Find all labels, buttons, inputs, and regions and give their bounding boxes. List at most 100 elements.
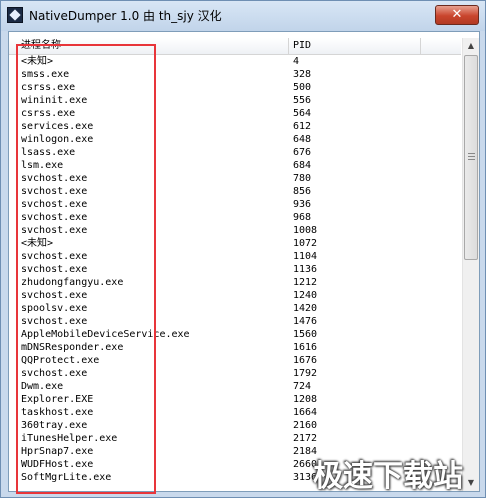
pid-cell: 1560 xyxy=(293,329,318,340)
process-name-cell: 360tray.exe xyxy=(21,420,88,431)
pid-cell: 1240 xyxy=(293,290,318,301)
table-row[interactable]: Dwm.exe 724 xyxy=(9,380,461,393)
table-row[interactable]: iTunesHelper.exe 2172 xyxy=(9,432,461,445)
pid-cell: 2172 xyxy=(293,433,318,444)
process-list-view[interactable]: 进程名称 PID <未知> 4 smss.exe 328 csrss.exe 500 win… xyxy=(8,31,480,492)
pid-cell: 1664 xyxy=(293,407,318,418)
app-icon xyxy=(7,7,23,23)
window-title: NativeDumper 1.0 由 th_sjy 汉化 xyxy=(29,9,222,23)
table-row[interactable]: svchost.exe 936 xyxy=(9,198,461,211)
pid-cell: 1676 xyxy=(293,355,318,366)
table-row[interactable]: svchost.exe 1240 xyxy=(9,289,461,302)
table-row[interactable]: svchost.exe 1792 xyxy=(9,367,461,380)
table-row[interactable]: lsm.exe 684 xyxy=(9,159,461,172)
process-name-cell: svchost.exe xyxy=(21,199,88,210)
pid-cell: 328 xyxy=(293,69,312,80)
scroll-up-icon[interactable]: ▲ xyxy=(463,38,479,54)
pid-cell: 1476 xyxy=(293,316,318,327)
process-name-cell: csrss.exe xyxy=(21,82,76,93)
table-row[interactable]: Explorer.EXE 1208 xyxy=(9,393,461,406)
process-name-cell: Dwm.exe xyxy=(21,381,64,392)
scroll-thumb[interactable] xyxy=(464,55,478,260)
table-row[interactable]: svchost.exe 968 xyxy=(9,211,461,224)
table-row[interactable]: svchost.exe 1476 xyxy=(9,315,461,328)
pid-cell: 556 xyxy=(293,95,312,106)
app-window: NativeDumper 1.0 由 th_sjy 汉化 ✕ 进程名称 PID … xyxy=(0,0,486,498)
process-name-cell: SoftMgrLite.exe xyxy=(21,472,112,483)
pid-cell: 1072 xyxy=(293,238,318,249)
table-row[interactable]: csrss.exe 564 xyxy=(9,107,461,120)
table-row[interactable]: <未知> 4 xyxy=(9,55,461,68)
title-bar[interactable]: NativeDumper 1.0 由 th_sjy 汉化 ✕ xyxy=(1,1,485,31)
process-name-cell: zhudongfangyu.exe xyxy=(21,277,124,288)
pid-cell: 612 xyxy=(293,121,312,132)
process-name-cell: svchost.exe xyxy=(21,264,88,275)
table-row[interactable]: wininit.exe 556 xyxy=(9,94,461,107)
table-row[interactable]: csrss.exe 500 xyxy=(9,81,461,94)
vertical-scrollbar[interactable]: ▲ ▼ xyxy=(462,38,479,491)
pid-cell: 1136 xyxy=(293,264,318,275)
table-row[interactable]: lsass.exe 676 xyxy=(9,146,461,159)
table-row[interactable]: <未知> 1072 xyxy=(9,237,461,250)
column-header-pid[interactable]: PID xyxy=(289,38,421,54)
watermark-text: 极速下载站 xyxy=(313,459,463,494)
process-name-cell: winlogon.exe xyxy=(21,134,94,145)
pid-cell: 564 xyxy=(293,108,312,119)
process-rows: <未知> 4 smss.exe 328 csrss.exe 500 wininit.exe 5… xyxy=(9,55,461,484)
process-name-cell: svchost.exe xyxy=(21,173,88,184)
table-row[interactable]: taskhost.exe 1664 xyxy=(9,406,461,419)
table-row[interactable]: svchost.exe 780 xyxy=(9,172,461,185)
process-name-cell: smss.exe xyxy=(21,69,70,80)
pid-cell: 4 xyxy=(293,56,300,67)
table-row[interactable]: services.exe 612 xyxy=(9,120,461,133)
column-header-filler xyxy=(421,38,461,54)
table-row[interactable]: spoolsv.exe 1420 xyxy=(9,302,461,315)
table-row[interactable]: AppleMobileDeviceService.exe 1560 xyxy=(9,328,461,341)
scroll-grip-icon xyxy=(468,153,475,160)
list-header: 进程名称 PID xyxy=(9,38,461,55)
process-name-cell: spoolsv.exe xyxy=(21,303,88,314)
process-name-cell: svchost.exe xyxy=(21,316,88,327)
pid-cell: 684 xyxy=(293,160,312,171)
pid-cell: 968 xyxy=(293,212,312,223)
pid-cell: 936 xyxy=(293,199,312,210)
pid-cell: 1616 xyxy=(293,342,318,353)
table-row[interactable]: winlogon.exe 648 xyxy=(9,133,461,146)
table-row[interactable]: QQProtect.exe 1676 xyxy=(9,354,461,367)
process-name-cell: AppleMobileDeviceService.exe xyxy=(21,329,190,340)
table-row[interactable]: svchost.exe 1136 xyxy=(9,263,461,276)
process-name-cell: svchost.exe xyxy=(21,212,88,223)
process-name-cell: WUDFHost.exe xyxy=(21,459,94,470)
table-row[interactable]: 360tray.exe 2160 xyxy=(9,419,461,432)
process-name-cell: lsm.exe xyxy=(21,160,64,171)
table-row[interactable]: svchost.exe 1008 xyxy=(9,224,461,237)
pid-cell: 1008 xyxy=(293,225,318,236)
pid-cell: 1208 xyxy=(293,394,318,405)
process-name-cell: QQProtect.exe xyxy=(21,355,100,366)
process-name-cell: svchost.exe xyxy=(21,368,88,379)
table-row[interactable]: svchost.exe 856 xyxy=(9,185,461,198)
process-name-cell: svchost.exe xyxy=(21,225,88,236)
process-name-cell: svchost.exe xyxy=(21,186,88,197)
pid-cell: 648 xyxy=(293,134,312,145)
process-name-cell: mDNSResponder.exe xyxy=(21,342,124,353)
process-name-cell: HprSnap7.exe xyxy=(21,446,94,457)
scroll-down-icon[interactable]: ▼ xyxy=(463,475,479,491)
table-row[interactable]: zhudongfangyu.exe 1212 xyxy=(9,276,461,289)
process-name-cell: wininit.exe xyxy=(21,95,88,106)
table-row[interactable]: smss.exe 328 xyxy=(9,68,461,81)
table-row[interactable]: svchost.exe 1104 xyxy=(9,250,461,263)
process-name-cell: iTunesHelper.exe xyxy=(21,433,118,444)
pid-cell: 676 xyxy=(293,147,312,158)
table-row[interactable]: mDNSResponder.exe 1616 xyxy=(9,341,461,354)
process-name-cell: svchost.exe xyxy=(21,290,88,301)
column-header-name[interactable]: 进程名称 xyxy=(17,38,289,54)
pid-cell: 500 xyxy=(293,82,312,93)
process-name-cell: <未知> xyxy=(21,238,54,249)
process-name-cell: services.exe xyxy=(21,121,94,132)
pid-cell: 2160 xyxy=(293,420,318,431)
pid-cell: 1420 xyxy=(293,303,318,314)
process-name-cell: <未知> xyxy=(21,56,54,67)
close-button[interactable]: ✕ xyxy=(435,5,479,25)
pid-cell: 1104 xyxy=(293,251,318,262)
